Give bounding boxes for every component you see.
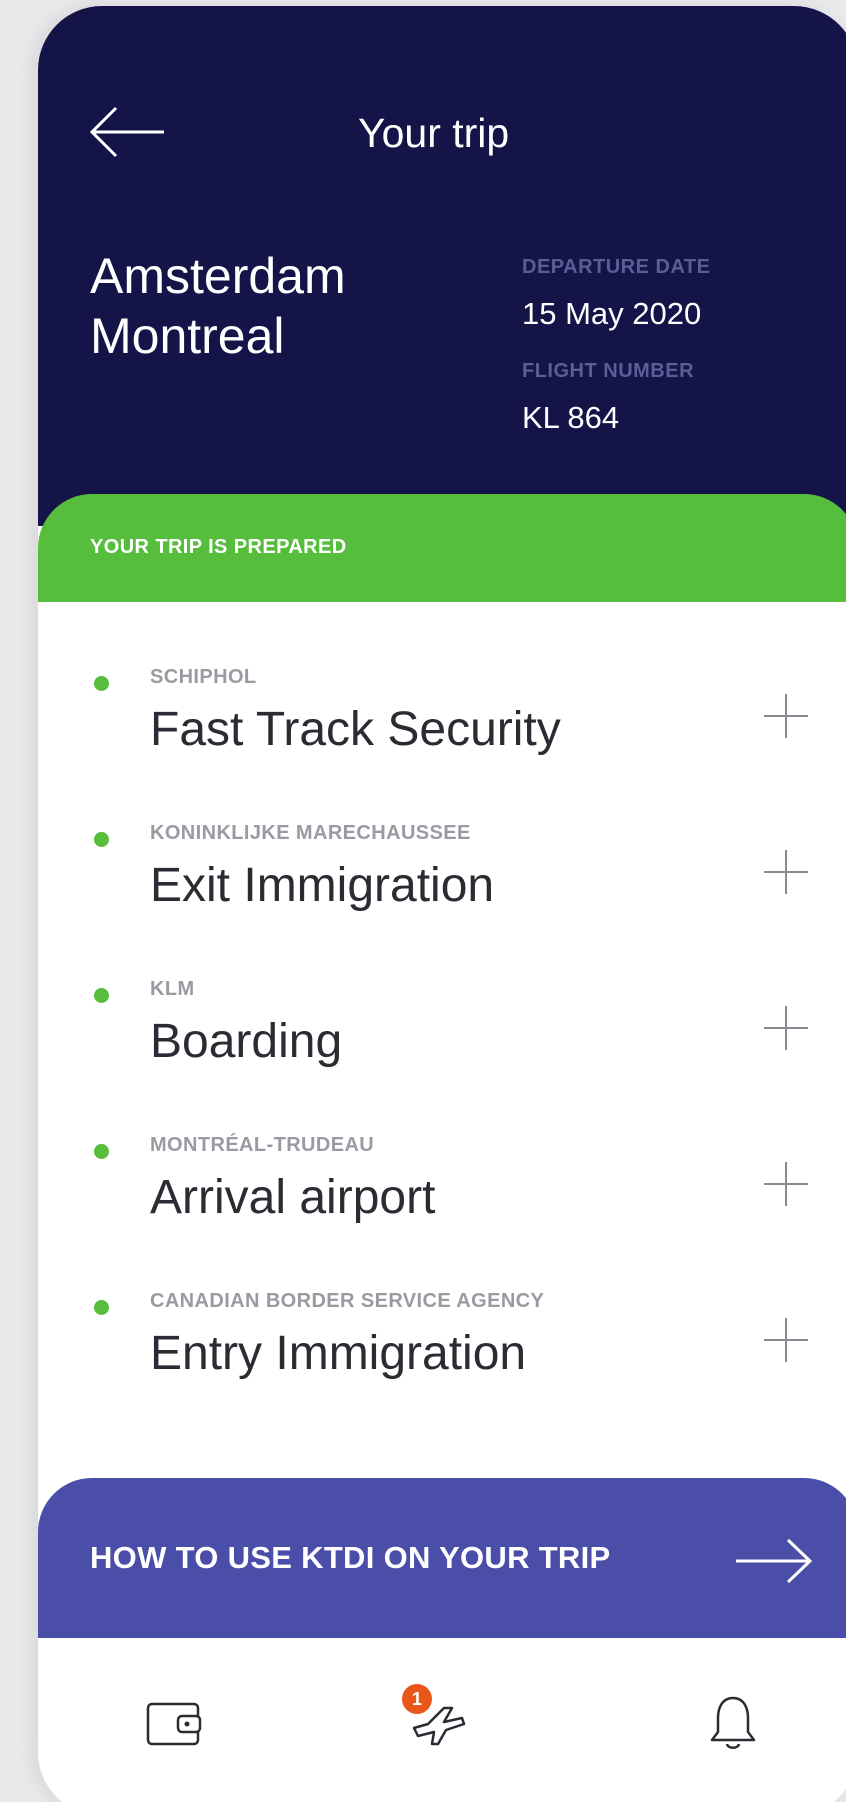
plus-icon[interactable] [764,1162,808,1206]
step-title: Boarding [150,1015,343,1068]
plus-icon[interactable] [764,1318,808,1362]
step-provider: MONTRÉAL-TRUDEAU [150,1134,375,1156]
trip-step-boarding[interactable]: KLM Boarding [38,914,846,1068]
flight-number-label: FLIGHT NUMBER [522,360,695,382]
departure-date-label: DEPARTURE DATE [522,256,711,278]
trip-step-exit-immigration[interactable]: KONINKLIJKE MARECHAUSSEE Exit Immigratio… [38,758,846,912]
departure-date-value: 15 May 2020 [522,296,702,331]
trip-status-text: YOUR TRIP IS PREPARED [90,536,347,558]
flight-number-value: KL 864 [522,400,620,435]
trip-route: Amsterdam Montreal [90,246,346,366]
status-dot [94,832,109,847]
step-title: Fast Track Security [150,703,561,756]
step-provider: KONINKLIJKE MARECHAUSSEE [150,822,471,844]
how-to-use-ktdi-button[interactable]: HOW TO USE KTDI ON YOUR TRIP [38,1478,846,1638]
notification-badge: 1 [402,1684,432,1714]
status-dot [94,676,109,691]
back-button[interactable] [88,102,168,162]
page-title: Your trip [358,110,510,156]
step-provider: CANADIAN BORDER SERVICE AGENCY [150,1290,545,1312]
plus-icon[interactable] [764,1006,808,1050]
trip-step-arrival-airport[interactable]: MONTRÉAL-TRUDEAU Arrival airport [38,1070,846,1224]
route-origin: Amsterdam [90,248,346,304]
arrow-right-icon [736,1538,813,1584]
wallet-icon [146,1702,202,1746]
arrow-left-icon [89,106,164,158]
trip-status-bar: YOUR TRIP IS PREPARED [38,494,846,602]
step-provider: SCHIPHOL [150,666,257,688]
trip-header: Your trip Amsterdam Montreal DEPARTURE D… [38,6,846,526]
cta-label: HOW TO USE KTDI ON YOUR TRIP [90,1540,611,1575]
step-provider: KLM [150,978,195,1000]
phone-screen: Your trip Amsterdam Montreal DEPARTURE D… [38,6,846,1802]
status-dot [94,988,109,1003]
plus-icon[interactable] [764,850,808,894]
status-dot [94,1300,109,1315]
step-title: Exit Immigration [150,859,495,912]
bottom-navigation: 1 [38,1638,846,1802]
step-title: Entry Immigration [150,1327,527,1380]
trip-step-entry-immigration[interactable]: CANADIAN BORDER SERVICE AGENCY Entry Imm… [38,1226,846,1380]
status-dot [94,1144,109,1159]
step-title: Arrival airport [150,1171,436,1224]
trip-step-fast-track-security[interactable]: SCHIPHOL Fast Track Security [38,602,846,756]
bell-icon [710,1696,756,1749]
route-destination: Montreal [90,308,285,364]
nav-notifications[interactable] [698,1688,768,1758]
plus-icon[interactable] [764,694,808,738]
nav-wallet[interactable] [138,1688,208,1758]
nav-trips[interactable]: 1 [402,1684,474,1758]
